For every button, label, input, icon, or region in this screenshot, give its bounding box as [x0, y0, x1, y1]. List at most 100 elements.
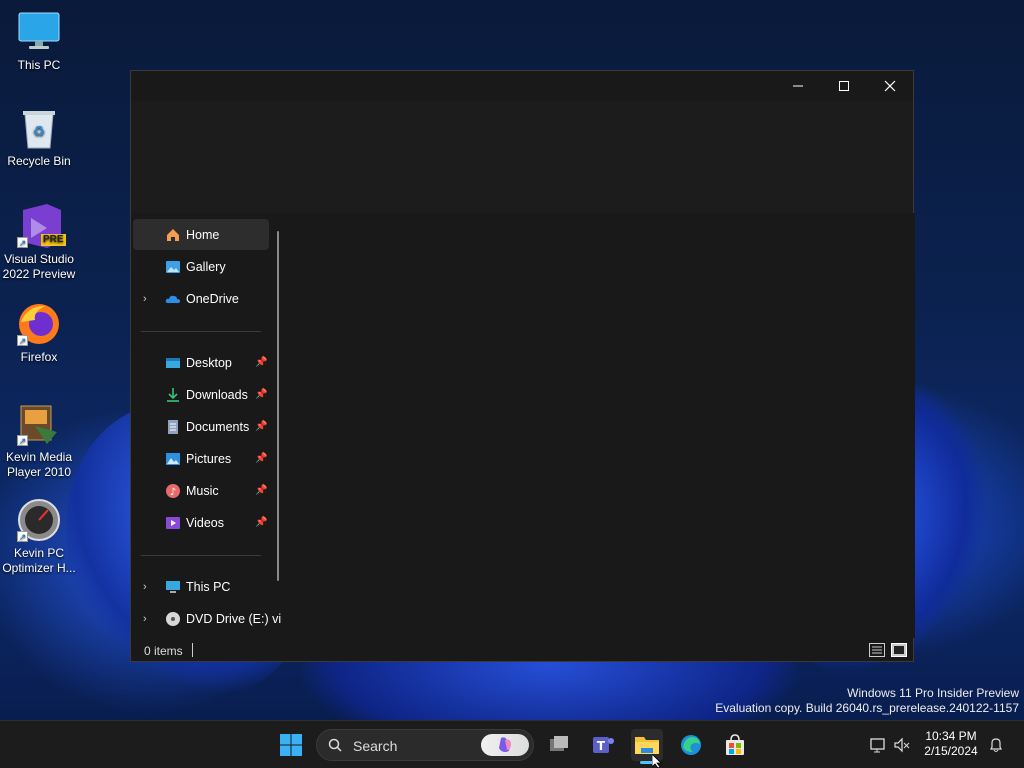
nav-item-label: This PC [186, 579, 231, 594]
nav-item-label: Desktop [186, 355, 232, 370]
optimizer-gauge-icon: ↗ [17, 498, 61, 542]
status-divider [192, 643, 193, 657]
desktop-icon-label: Kevin Media Player 2010 [5, 450, 73, 479]
watermark-line-2: Evaluation copy. Build 26040.rs_prerelea… [715, 701, 1019, 715]
pin-icon[interactable]: 📌 [255, 517, 267, 528]
desktop-icon-kevin-media-player[interactable]: ↗ Kevin Media Player 2010 [0, 402, 78, 480]
video-icon [166, 516, 180, 529]
tiles-view-icon [894, 646, 904, 654]
nav-item-music[interactable]: ♪ Music 📌 [133, 475, 269, 506]
desktop-icon-firefox[interactable]: ↗ Firefox [0, 302, 78, 365]
edge-icon [681, 735, 701, 755]
desktop-icon-label: Firefox [20, 350, 58, 364]
teams-icon: T [593, 737, 614, 753]
desktop-icon-this-pc[interactable]: This PC [0, 10, 78, 73]
chevron-right-icon[interactable]: › [143, 581, 153, 593]
nav-item-desktop[interactable]: Desktop 📌 [133, 347, 269, 378]
nav-item-label: OneDrive [186, 291, 239, 306]
desktop-icon-kevin-pc-optimizer[interactable]: ↗ Kevin PC Optimizer H... [0, 498, 78, 576]
network-icon [870, 738, 885, 753]
svg-text:♪: ♪ [170, 487, 176, 498]
svg-text:♻: ♻ [33, 124, 46, 140]
clock-time: 10:34 PM [925, 729, 977, 743]
pin-icon[interactable]: 📌 [255, 421, 267, 432]
teams-button[interactable]: T [587, 729, 619, 761]
watermark-line-1: Windows 11 Pro Insider Preview [847, 686, 1019, 700]
edge-button[interactable] [675, 729, 707, 761]
gallery-icon [166, 260, 180, 273]
desktop-icon [166, 357, 180, 368]
preview-badge: PRE [41, 234, 66, 246]
title-bar[interactable] [131, 71, 913, 101]
nav-item-label: Downloads [186, 387, 248, 402]
home-icon [167, 228, 179, 241]
pin-icon[interactable]: 📌 [255, 357, 267, 368]
taskbar-search-box[interactable]: Search [316, 729, 534, 761]
pin-icon[interactable]: 📌 [255, 485, 267, 496]
svg-text:T: T [597, 739, 606, 753]
item-count: 0 items [144, 644, 183, 658]
store-icon [726, 734, 744, 755]
clock-date: 2/15/2024 [924, 744, 978, 758]
windows-logo-icon [280, 734, 302, 756]
task-view-icon [550, 736, 568, 751]
desktop-icon-label: Recycle Bin [7, 154, 71, 168]
chevron-right-icon[interactable]: › [143, 293, 153, 305]
nav-scrollbar[interactable] [277, 231, 279, 581]
nav-item-onedrive[interactable]: › OneDrive [133, 283, 269, 314]
computer-icon [166, 580, 180, 593]
nav-item-label: Videos [186, 515, 224, 530]
bell-icon [990, 738, 1002, 752]
file-explorer-window[interactable]: Home Gallery › OneDrive Desktop 📌 Downlo… [130, 70, 915, 663]
desktop-icon-recycle-bin[interactable]: ♻ Recycle Bin [0, 106, 78, 169]
nav-item-this-pc[interactable]: › This PC [133, 571, 269, 602]
firefox-icon: ↗ [17, 302, 61, 346]
nav-item-label: Home [186, 227, 220, 242]
nav-separator [141, 331, 261, 332]
nav-item-downloads[interactable]: Downloads 📌 [133, 379, 269, 410]
desktop-icon-visual-studio[interactable]: PRE ↗ Visual Studio 2022 Preview [0, 204, 78, 282]
close-icon [884, 80, 896, 92]
picture-icon [166, 452, 180, 465]
pin-icon[interactable]: 📌 [255, 453, 267, 464]
volume-muted-icon [894, 737, 910, 753]
desktop-icon-label: This PC [17, 58, 61, 72]
details-view-icon [872, 646, 882, 654]
nav-item-documents[interactable]: Documents 📌 [133, 411, 269, 442]
search-icon [328, 738, 342, 752]
nav-item-videos[interactable]: Videos 📌 [133, 507, 269, 538]
media-player-icon: ↗ [17, 402, 61, 446]
cloud-icon [165, 295, 180, 303]
nav-item-home[interactable]: Home [133, 219, 269, 250]
store-button[interactable] [719, 729, 751, 761]
shortcut-arrow-icon: ↗ [17, 531, 28, 542]
disc-icon [166, 611, 180, 626]
pin-icon[interactable]: 📌 [255, 389, 267, 400]
search-label: Search [353, 738, 398, 754]
taskbar: Search T 10:34 PM 2/15/2024 [0, 720, 1024, 768]
shortcut-arrow-icon: ↗ [17, 435, 28, 446]
large-icons-view-button[interactable] [891, 643, 907, 657]
chevron-right-icon[interactable]: › [143, 613, 153, 625]
notification-button[interactable] [980, 729, 1012, 761]
minimize-button[interactable] [775, 71, 821, 101]
maximize-button[interactable] [821, 71, 867, 101]
status-bar: 0 items [131, 638, 913, 663]
clock[interactable]: 10:34 PM 2/15/2024 [920, 729, 982, 759]
document-icon [168, 419, 178, 434]
nav-item-gallery[interactable]: Gallery [133, 251, 269, 282]
nav-item-pictures[interactable]: Pictures 📌 [133, 443, 269, 474]
minimize-icon [793, 85, 803, 87]
volume-tray-button[interactable] [886, 729, 918, 761]
nav-item-label: Pictures [186, 451, 232, 466]
shortcut-arrow-icon: ↗ [17, 237, 28, 248]
navigation-pane[interactable]: Home Gallery › OneDrive Desktop 📌 Downlo… [131, 213, 289, 638]
start-button[interactable] [275, 729, 307, 761]
nav-item-dvd-drive[interactable]: › DVD Drive (E:) vi [133, 603, 281, 634]
recycle-bin-icon: ♻ [17, 106, 61, 150]
details-view-button[interactable] [869, 643, 885, 657]
copilot-icon[interactable] [481, 734, 529, 756]
close-button[interactable] [867, 71, 913, 101]
task-view-button[interactable] [543, 729, 575, 761]
file-list-area[interactable] [289, 213, 915, 638]
